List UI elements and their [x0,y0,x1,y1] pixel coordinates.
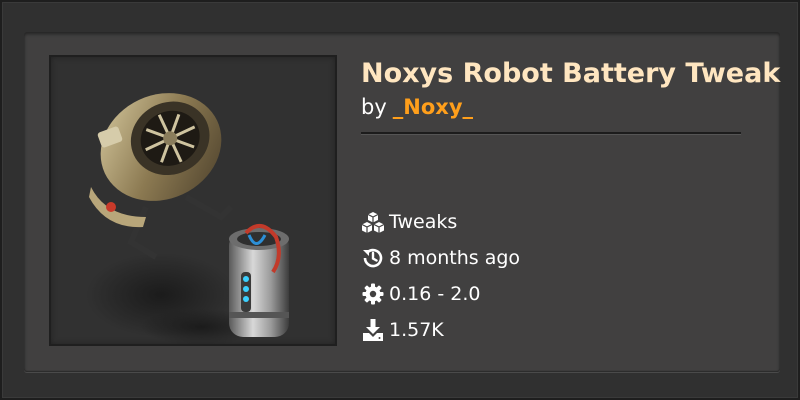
author-link[interactable]: _Noxy_ [393,95,473,119]
meta-category: Tweaks [361,204,520,240]
divider [361,132,741,135]
meta-version: 0.16 - 2.0 [361,276,520,312]
by-label: by [361,95,387,119]
mod-card-frame: Noxys Robot Battery Tweak by _Noxy_ Twea… [0,0,800,400]
mod-info: Noxys Robot Battery Tweak by _Noxy_ [361,54,780,120]
history-icon [361,246,389,270]
mod-thumbnail[interactable] [49,55,337,346]
version-text: 0.16 - 2.0 [389,283,481,305]
mod-card[interactable]: Noxys Robot Battery Tweak by _Noxy_ Twea… [24,32,780,372]
robot-battery-thumbnail-icon [86,93,289,344]
download-icon [361,318,389,342]
gear-icon [361,282,389,306]
mod-meta-list: Tweaks 8 months ago 0.16 - 2.0 1.57K [361,204,520,348]
meta-updated: 8 months ago [361,240,520,276]
cubes-icon [361,210,389,234]
updated-text: 8 months ago [389,247,521,269]
meta-downloads: 1.57K [361,312,520,348]
author-line: by _Noxy_ [361,94,741,120]
category-text: Tweaks [389,211,458,233]
downloads-text: 1.57K [389,319,444,341]
mod-title[interactable]: Noxys Robot Battery Tweak [361,54,780,94]
